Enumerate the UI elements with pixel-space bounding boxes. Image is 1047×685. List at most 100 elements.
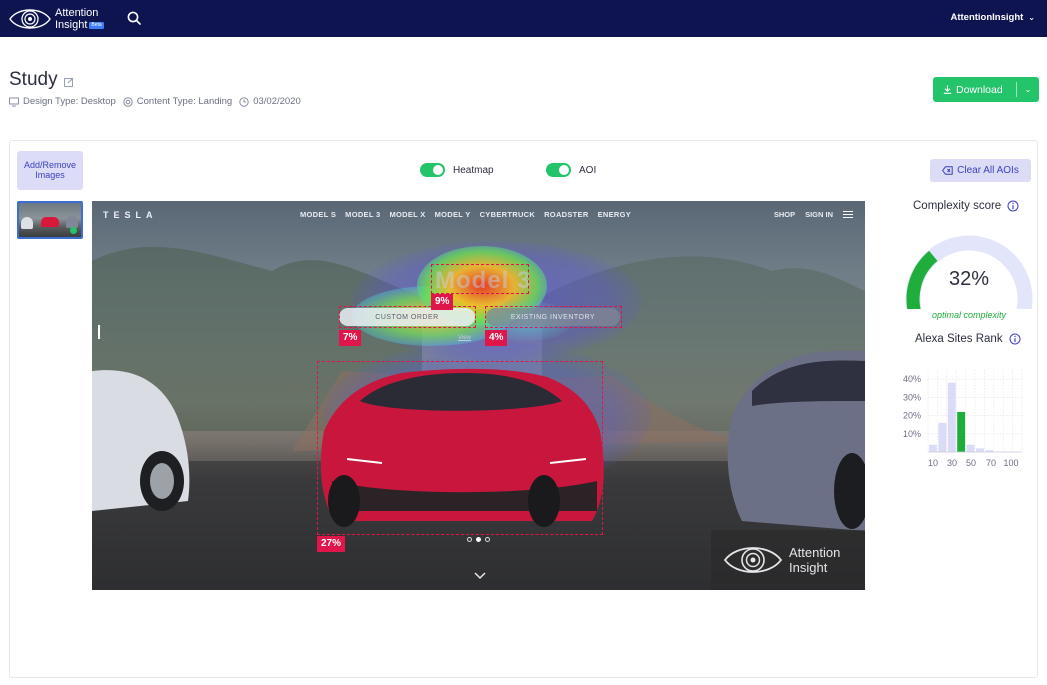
histogram-x-tick-label: 30 <box>947 458 957 468</box>
histogram-y-tick-label: 10% <box>903 429 921 439</box>
heatmap-label: Heatmap <box>453 164 494 176</box>
top-navbar: Attention Insight Beta AttentionInsight ⌄ <box>0 0 1047 37</box>
account-menu[interactable]: AttentionInsight ⌄ <box>950 12 1035 23</box>
study-title-text: Study <box>9 69 58 90</box>
site-shop: SHOP <box>773 210 796 219</box>
thumbnail-car-red <box>41 217 59 227</box>
download-button[interactable]: Download ⌄ <box>933 77 1039 102</box>
eye-logo-icon <box>9 9 51 29</box>
eye-logo-icon <box>723 547 783 573</box>
site-nav-right: SHOP SIGN IN <box>774 210 853 219</box>
brand-logo[interactable]: Attention Insight Beta <box>8 3 118 35</box>
download-icon <box>943 85 952 94</box>
edit-icon[interactable] <box>63 77 74 87</box>
design-type: Design Type: Desktop <box>9 96 116 107</box>
complexity-caption: optimal complexity <box>931 310 1007 320</box>
aoi-label: AOI <box>579 164 597 176</box>
menu-icon <box>843 211 853 218</box>
histogram-bar <box>976 448 984 452</box>
scroll-marker <box>98 325 100 339</box>
aoi-label-inventory: 4% <box>485 330 508 346</box>
content-type: Content Type: Landing <box>123 96 232 107</box>
clock-icon <box>239 96 249 107</box>
chevron-down-icon: ⌄ <box>1024 85 1032 94</box>
aoi-label-car: 27% <box>317 536 346 552</box>
content-type-text: Content Type: Landing <box>136 96 233 107</box>
chevron-down-icon <box>474 572 486 580</box>
carousel-dot <box>485 537 490 542</box>
complexity-score-title: Complexity score <box>913 200 1019 212</box>
site-view-link: View <box>458 335 471 341</box>
histogram-bar <box>929 444 937 452</box>
brand-line2: Insight <box>55 19 88 31</box>
histogram-x-tick-label: 10 <box>928 458 938 468</box>
carousel-dot <box>467 537 472 542</box>
alexa-title-text: Alexa Sites Rank <box>915 333 1003 345</box>
download-main[interactable]: Download <box>933 77 1016 102</box>
chevron-down-icon: ⌄ <box>1028 13 1035 22</box>
clear-all-aois-label: Clear All AOIs <box>957 165 1019 176</box>
complexity-score-value: 32% <box>948 268 990 290</box>
carousel-dots <box>467 537 490 542</box>
site-sign-in: SIGN IN <box>805 210 833 219</box>
histogram-bar <box>938 422 947 452</box>
site-nav: MODEL S MODEL 3 MODEL X MODEL Y CYBERTRU… <box>300 210 631 219</box>
download-label: Download <box>956 83 1003 96</box>
info-icon[interactable] <box>1007 200 1019 212</box>
image-thumbnail[interactable] <box>17 201 83 239</box>
site-nav-item: MODEL S <box>300 210 337 219</box>
site-nav-item: MODEL 3 <box>345 210 381 219</box>
histogram-x-tick-label: 70 <box>986 458 996 468</box>
aoi-box-inventory[interactable] <box>485 306 622 328</box>
aoi-box-car[interactable] <box>317 361 603 535</box>
target-icon <box>123 96 133 107</box>
thumbnail-car-left <box>21 217 33 229</box>
account-name: AttentionInsight <box>950 12 1024 23</box>
study-meta: Design Type: Desktop Content Type: Landi… <box>9 96 308 107</box>
site-logo: TESLA <box>103 210 158 220</box>
site-nav-item: MODEL Y <box>434 210 471 219</box>
site-nav-item: CYBERTRUCK <box>479 210 536 219</box>
site-nav-item: ENERGY <box>597 210 632 219</box>
aoi-label-custom-order: 7% <box>339 330 362 346</box>
design-type-text: Design Type: Desktop <box>23 96 116 107</box>
histogram-bar <box>966 444 975 452</box>
watermark-line1: Attention <box>789 545 841 560</box>
histogram-y-tick-label: 40% <box>903 374 921 384</box>
download-dropdown[interactable]: ⌄ <box>1017 85 1039 94</box>
brand-line1: Attention <box>55 7 99 19</box>
alexa-rank-histogram: 10% 20% 30% 40% 10 30 50 70 100 <box>903 370 1023 468</box>
heatmap-toggle[interactable] <box>420 163 445 177</box>
histogram-y-tick-label: 20% <box>903 411 921 421</box>
histogram-y-tick-label: 30% <box>903 392 921 402</box>
complexity-title-text: Complexity score <box>913 200 1002 212</box>
clear-all-aois-button[interactable]: Clear All AOIs <box>930 159 1031 182</box>
complexity-gauge <box>905 235 1033 309</box>
histogram-x-tick-label: 100 <box>1003 458 1018 468</box>
watermark-text: Attention Insight <box>789 545 840 575</box>
search-icon[interactable] <box>126 10 142 26</box>
page-title: Study <box>9 69 74 91</box>
aoi-toggle[interactable] <box>546 163 571 177</box>
carousel-dot <box>476 537 481 542</box>
histogram-x-tick-label: 50 <box>966 458 976 468</box>
watermark-line2: Insight <box>789 560 828 575</box>
watermark: Attention Insight <box>711 530 865 590</box>
monitor-icon <box>9 97 19 106</box>
eraser-icon <box>942 166 953 175</box>
study-date: 03/02/2020 <box>239 96 301 107</box>
site-nav-item: ROADSTER <box>544 210 589 219</box>
alexa-rank-title: Alexa Sites Rank <box>915 333 1021 345</box>
heatmap-image[interactable]: TESLA MODEL S MODEL 3 MODEL X MODEL Y CY… <box>92 201 865 590</box>
selected-indicator <box>70 227 77 234</box>
study-date-text: 03/02/2020 <box>253 96 301 107</box>
brand-name: Attention Insight Beta <box>55 7 104 31</box>
beta-badge: Beta <box>89 21 104 29</box>
aoi-box-custom-order[interactable] <box>339 306 476 328</box>
histogram-bar-highlight <box>957 411 966 452</box>
aoi-box-hero[interactable] <box>431 264 529 294</box>
site-nav-item: MODEL X <box>389 210 426 219</box>
add-remove-images-button[interactable]: Add/Remove Images <box>17 151 83 190</box>
histogram-bar <box>947 382 956 452</box>
info-icon[interactable] <box>1009 333 1021 345</box>
